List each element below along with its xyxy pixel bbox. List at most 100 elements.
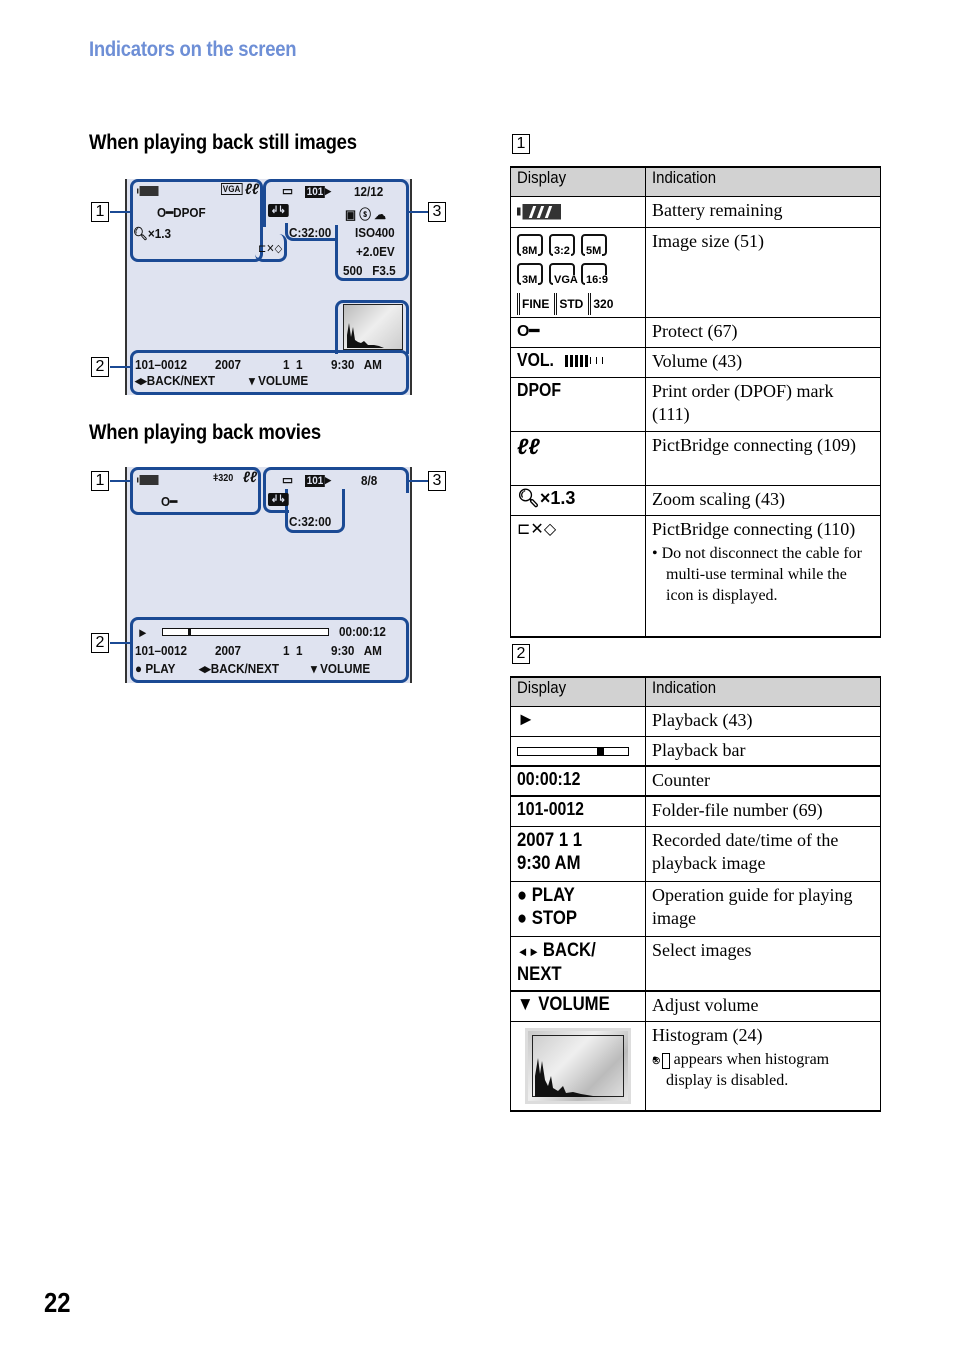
play-guide: ● PLAY — [135, 661, 176, 676]
circle-icon: ● — [517, 907, 532, 929]
dpof-mark: DPOF — [173, 205, 206, 220]
page-number: 22 — [44, 1287, 71, 1318]
playback-bar[interactable] — [162, 628, 329, 636]
column-header-display: Display — [510, 676, 646, 707]
key-icon: O━ — [510, 316, 646, 348]
indication: Battery remaining — [645, 195, 881, 228]
indication: Print order (DPOF) mark (111) — [645, 376, 881, 432]
folder-file-number: 101-0012 — [510, 795, 646, 827]
indication: Playback bar — [645, 735, 881, 767]
volume-guide: ▼ VOLUME — [510, 990, 646, 1022]
callout-3: 3 — [428, 202, 446, 222]
movies-screen: ǂ320 ℓℓ O━ ▭ 101 ▸ 8/8 ↲↳ C:32:00 ► 00:00… — [125, 467, 412, 683]
folder-icon: 101 ▸ — [305, 183, 332, 198]
callout-2: 2 — [91, 633, 109, 653]
play-icon: ► — [137, 625, 149, 640]
image-size-icons: 8M 3:2 5M 3M VGA 16:9 FINE STD 320 — [510, 226, 646, 318]
capacity: C:32:00 — [289, 225, 332, 240]
image-size-vga-icon: VGA — [221, 183, 243, 195]
folder-icon: 101 ▸ — [305, 472, 332, 487]
image-count: 12/12 — [354, 184, 384, 199]
indication: PictBridge connecting (109) — [645, 430, 881, 486]
indication: Select images — [645, 935, 881, 992]
indication: Adjust volume — [645, 990, 881, 1022]
volume-guide: ▾ VOLUME — [311, 661, 371, 676]
operation-guide: ● PLAY ● STOP — [510, 880, 646, 937]
back-next-guide: ◂▸BACK/NEXT — [135, 373, 216, 388]
memory-card-icon: ▭ — [282, 472, 294, 487]
time: 9:30 AM — [331, 643, 382, 658]
histogram-graph — [535, 1057, 601, 1097]
circle-icon: ● — [517, 884, 532, 906]
indication: Folder-file number (69) — [645, 795, 881, 827]
table-row: 8M 3:2 5M 3M VGA 16:9 FINE STD 320 Image size … — [510, 226, 881, 318]
histogram-thumbnail — [510, 1020, 646, 1112]
table-row: ● PLAY ● STOP Operation guide for playing… — [510, 880, 881, 937]
note: • Do not disconnect the cable for multi-… — [652, 544, 862, 604]
left-right-arrows-icon: ◂▸ — [135, 373, 147, 388]
callout-line — [110, 211, 132, 213]
table-row: ℓℓ PictBridge connecting (109) — [510, 430, 881, 486]
indication: Histogram (24) — [652, 1024, 763, 1045]
battery-icon — [137, 473, 159, 488]
table-row: DPOF Print order (DPOF) mark (111) — [510, 376, 881, 432]
table-row: VOL. Volume (43) — [510, 346, 881, 378]
pictbridge-icon: ℓℓ — [243, 469, 257, 486]
memory-card-icon: ▭ — [282, 183, 294, 198]
table-row: 2007 1 1 9:30 AM Recorded date/time of th… — [510, 825, 881, 882]
key-icon: O━ — [157, 205, 174, 220]
volume-guide: ▾ VOLUME — [249, 373, 309, 388]
indication: Protect (67) — [645, 316, 881, 348]
table-row: Playback bar — [510, 735, 881, 767]
callout-line — [408, 480, 428, 482]
table-row: 00:00:12 Counter — [510, 765, 881, 797]
volume-indicator: VOL. — [510, 346, 646, 378]
callout-1: 1 — [91, 202, 109, 222]
indication: Recorded date/time of the playback image — [645, 825, 881, 882]
protect-dpof: O━DPOF — [157, 205, 206, 221]
movie-size-icon: ǂ320 — [213, 473, 234, 484]
iso: ISO400 — [355, 225, 395, 240]
table-row: Histogram (24) • ⊗ appears when histogra… — [510, 1020, 881, 1112]
histogram — [343, 304, 403, 350]
year: 2007 — [215, 357, 242, 372]
indicator-table-1: Display Indication Battery remaining 8M 3… — [510, 166, 881, 638]
capacity: C:32:00 — [289, 514, 332, 529]
table-row: ▼ VOLUME Adjust volume — [510, 990, 881, 1022]
still-images-screen: VGA ℓℓ O━DPOF 🔍︎×1.3 ⊏✕◇ ▭ 101 ▸ 12/12 ↲↳… — [125, 179, 412, 395]
pictbridge-icon: ℓℓ — [510, 430, 646, 486]
table-row: Battery remaining — [510, 195, 881, 228]
dpof-mark: DPOF — [510, 376, 646, 432]
indication-cell: PictBridge connecting (110) • Do not dis… — [645, 514, 881, 638]
playback-bar-knob[interactable] — [187, 628, 191, 636]
indication: Operation guide for playing image — [645, 880, 881, 937]
left-right-arrows-icon: ◂▸ — [199, 661, 211, 676]
indication: Zoom scaling (43) — [645, 484, 881, 516]
still-images-heading: When playing back still images — [89, 131, 357, 154]
playback-bar — [510, 735, 646, 767]
zoom-scaling: 🔍︎×1.3 — [510, 484, 646, 516]
date: 1 1 — [283, 643, 303, 658]
playback-bar-knob — [597, 746, 605, 756]
callout-2: 2 — [91, 357, 109, 377]
indication: PictBridge connecting (110) — [652, 518, 856, 539]
movies-heading: When playing back movies — [89, 421, 321, 444]
date: 1 1 — [283, 357, 303, 372]
recording-folder-icon: ↲↳ — [268, 493, 289, 506]
indication: Image size (51) — [645, 226, 881, 318]
left-right-arrows-icon: ◄► — [517, 943, 543, 959]
histogram-graph — [347, 323, 384, 348]
indication-cell: Histogram (24) • ⊗ appears when histogra… — [645, 1020, 881, 1112]
battery-icon — [510, 195, 646, 228]
pictbridge-disconnect-icon: ⊏✕◇ — [510, 514, 646, 638]
table-row: 101-0012 Folder-file number (69) — [510, 795, 881, 827]
back-next-guide: ◂▸BACK/NEXT — [199, 661, 280, 676]
exposure-value: +2.0EV — [356, 244, 395, 259]
magnifier-icon: 🔍︎ — [517, 487, 540, 508]
histogram-disabled-icon: ⊗ — [652, 1052, 670, 1069]
zoom-value: ×1.3 — [147, 226, 171, 241]
section-title: Indicators on the screen — [89, 38, 297, 61]
volume-level-bars — [565, 350, 608, 371]
pictbridge-icon: ℓℓ — [245, 181, 259, 198]
key-icon: O━ — [161, 494, 178, 509]
